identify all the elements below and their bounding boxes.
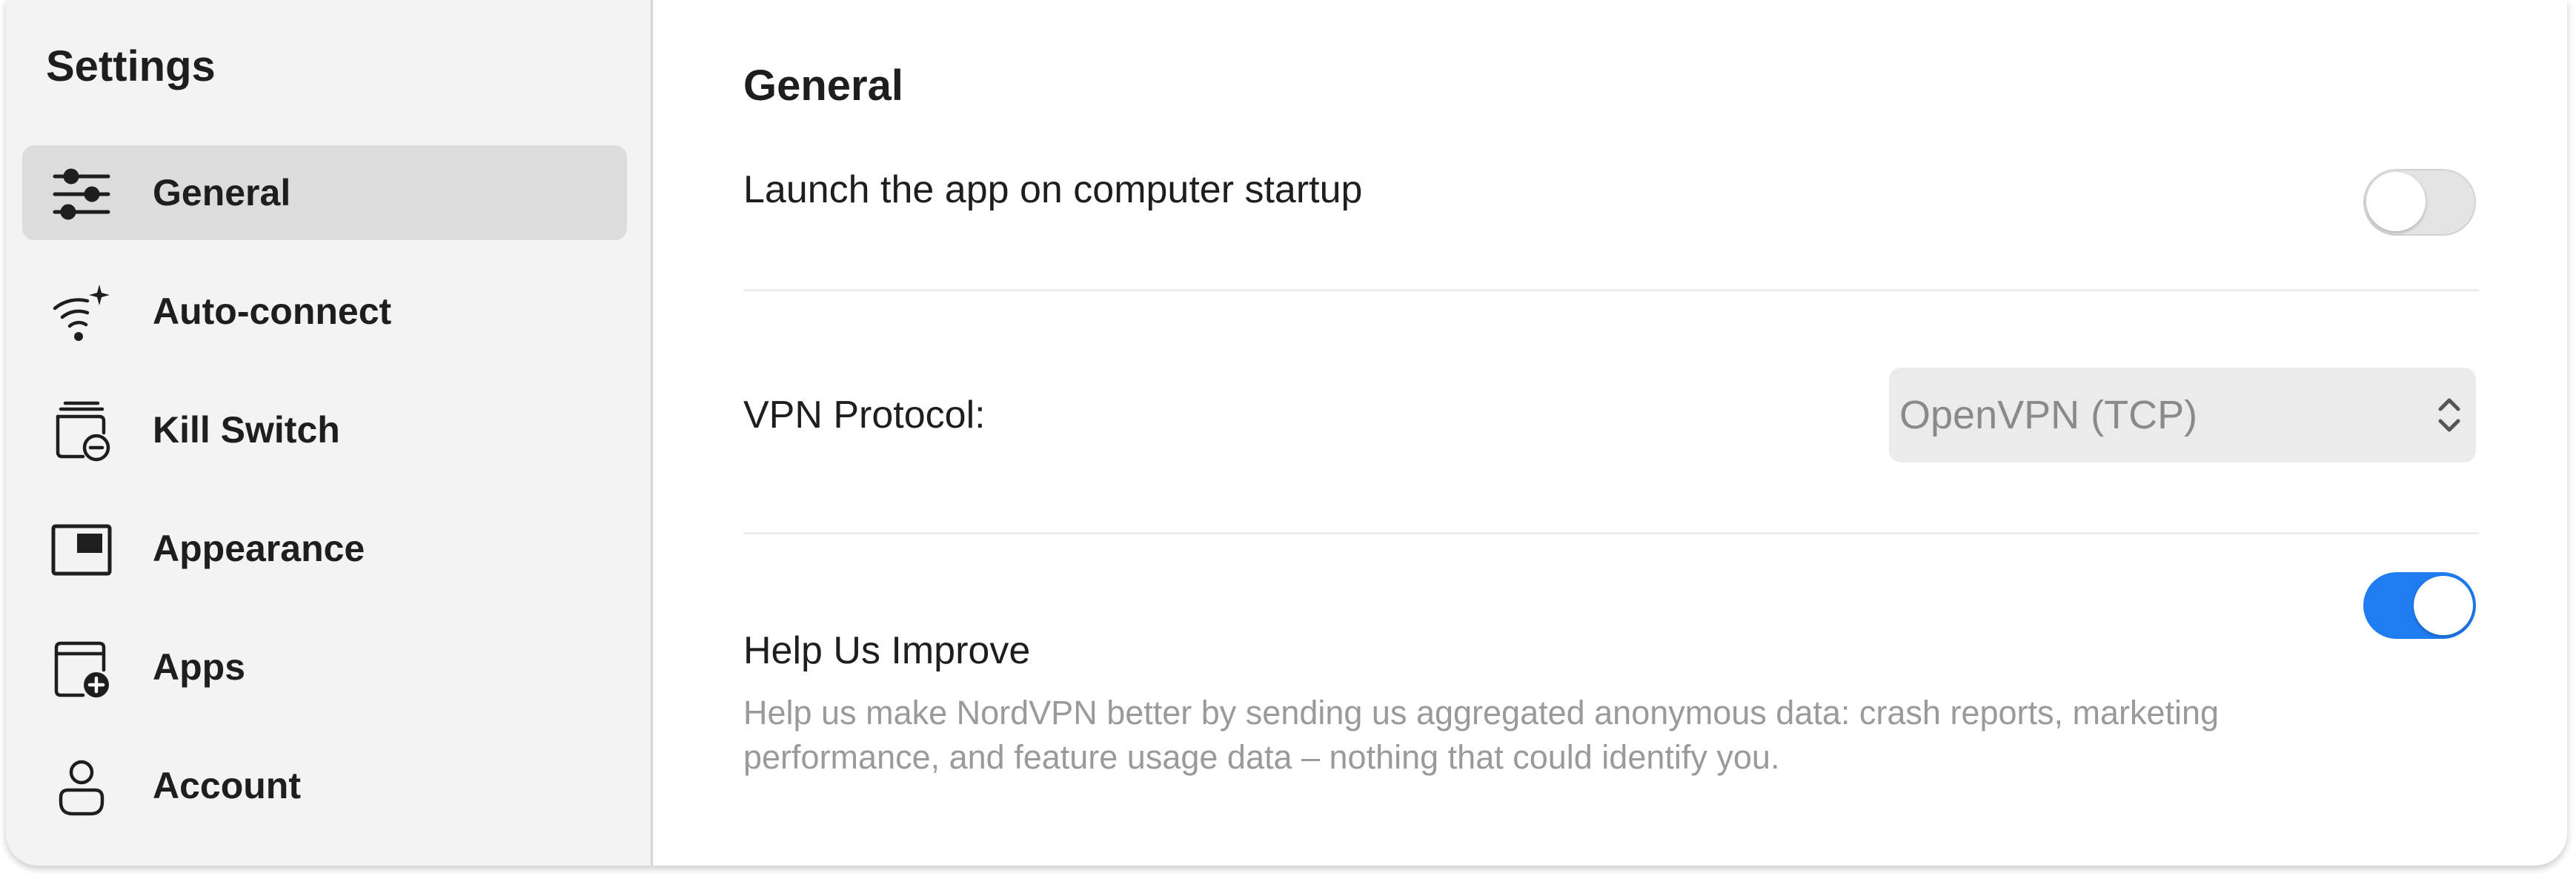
- sidebar-item-label: General: [153, 172, 291, 213]
- sidebar-item-label: Kill Switch: [153, 409, 340, 451]
- vpn-protocol-label: VPN Protocol:: [743, 394, 986, 437]
- launch-on-startup-toggle[interactable]: [2363, 169, 2476, 236]
- sidebar-item-label: Auto-connect: [153, 291, 392, 332]
- toggle-knob: [2366, 172, 2426, 231]
- divider: [743, 289, 2479, 291]
- toggle-knob: [2414, 576, 2473, 635]
- help-improve-description: Help us make NordVPN better by sending u…: [743, 694, 2220, 776]
- sidebar-item-general[interactable]: General: [22, 145, 627, 240]
- vpn-protocol-value: OpenVPN (TCP): [1899, 393, 2198, 437]
- sidebar-item-label: Account: [153, 765, 301, 806]
- sidebar-item-apps[interactable]: Apps: [22, 620, 627, 714]
- kill-switch-icon: [50, 400, 113, 462]
- vpn-protocol-select[interactable]: OpenVPN (TCP): [1889, 368, 2476, 462]
- main-panel: General Launch the app on computer start…: [653, 0, 2567, 866]
- appearance-icon: [50, 519, 113, 581]
- sidebar-item-kill-switch[interactable]: Kill Switch: [22, 382, 627, 477]
- sidebar-item-account[interactable]: Account: [22, 738, 627, 833]
- person-icon: [50, 756, 113, 818]
- divider: [743, 532, 2479, 534]
- apps-add-icon: [50, 637, 113, 700]
- help-improve-label: Help Us Improve: [743, 629, 1031, 672]
- wifi-sparkle-icon: [50, 282, 113, 344]
- page-title: General: [743, 62, 903, 110]
- sidebar-item-label: Apps: [153, 646, 245, 688]
- launch-on-startup-label: Launch the app on computer startup: [743, 168, 1363, 211]
- chevron-up-down-icon: [2434, 393, 2464, 437]
- sidebar-item-auto-connect[interactable]: Auto-connect: [22, 264, 627, 359]
- help-improve-toggle[interactable]: [2363, 572, 2476, 639]
- sliders-icon: [50, 163, 113, 225]
- sidebar-item-appearance[interactable]: Appearance: [22, 501, 627, 596]
- sidebar-title: Settings: [46, 42, 216, 90]
- sidebar: Settings General Auto-connect Kill Switc…: [6, 0, 653, 866]
- sidebar-item-label: Appearance: [153, 528, 365, 569]
- settings-window: Settings General Auto-connect Kill Switc…: [6, 0, 2567, 866]
